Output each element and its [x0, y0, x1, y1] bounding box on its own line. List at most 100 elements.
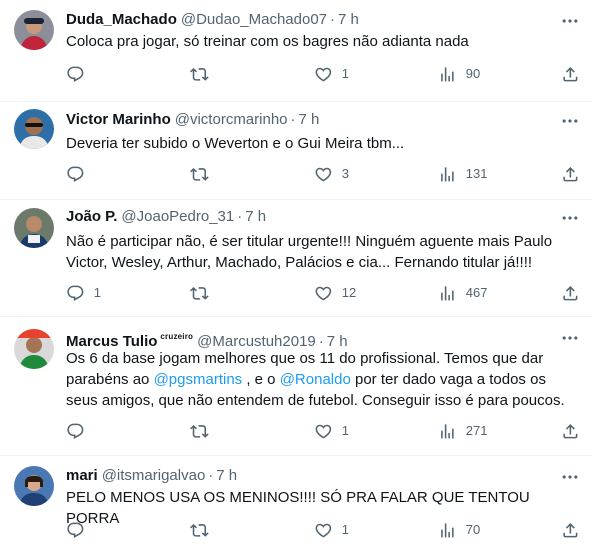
user-handle[interactable]: @victorcmarinho	[175, 111, 288, 128]
tweet[interactable]: mari @itsmarigalvao · 7 h PELO MENOS USA OS…	[0, 456, 592, 549]
timestamp[interactable]: 7 h	[338, 11, 359, 28]
separator-dot: ·	[330, 11, 336, 28]
avatar[interactable]	[14, 109, 54, 149]
reply-icon	[66, 521, 85, 540]
timestamp[interactable]: 7 h	[299, 111, 320, 128]
view-count: 467	[465, 285, 488, 300]
like-count: 1	[341, 66, 349, 81]
tweet-text: Os 6 da base jogam melhores que os 11 do…	[66, 348, 580, 411]
retweet-icon	[190, 65, 209, 84]
retweet-icon	[190, 422, 209, 441]
views-icon	[438, 65, 457, 84]
avatar[interactable]	[14, 208, 54, 248]
action-bar: 1 90	[66, 64, 586, 84]
more-icon[interactable]	[560, 208, 580, 228]
user-handle[interactable]: @Dudao_Machado07	[181, 11, 327, 28]
views-icon	[438, 521, 457, 540]
display-name[interactable]: Victor Marinho	[66, 111, 171, 128]
like-count: 1	[341, 522, 349, 537]
mention-link[interactable]: @pgsmartins	[154, 371, 243, 388]
timestamp[interactable]: 7 h	[216, 467, 237, 484]
share-icon	[561, 284, 580, 303]
views-button[interactable]: 467	[438, 283, 487, 303]
reply-button[interactable]	[66, 520, 94, 540]
like-button[interactable]: 12	[314, 283, 356, 303]
reply-icon	[66, 65, 85, 84]
views-button[interactable]: 131	[438, 164, 487, 184]
display-name[interactable]: João P.	[66, 208, 117, 225]
retweet-button[interactable]	[190, 520, 218, 540]
view-count: 131	[465, 166, 488, 181]
user-handle[interactable]: @JoaoPedro_31	[121, 208, 234, 225]
tweet-header: Marcus Tulio cruzeiro @Marcustuh2019 · 7 h	[66, 327, 348, 350]
like-count: 3	[341, 166, 349, 181]
avatar[interactable]	[14, 466, 54, 506]
retweet-button[interactable]	[190, 421, 218, 441]
share-button[interactable]	[561, 64, 580, 84]
avatar[interactable]	[14, 329, 54, 369]
tweet[interactable]: Victor Marinho @victorcmarinho · 7 h Deveri…	[0, 102, 592, 200]
tweet[interactable]: Duda_Machado @Dudao_Machado07 · 7 h Coloca …	[0, 0, 592, 102]
tweet-text: Coloca pra jogar, só treinar com os bagr…	[66, 33, 469, 50]
share-button[interactable]	[561, 283, 580, 303]
separator-dot: ·	[290, 111, 296, 128]
action-bar: 3 131	[66, 164, 586, 184]
display-name[interactable]: Duda_Machado	[66, 11, 177, 28]
like-button[interactable]: 1	[314, 421, 349, 441]
views-icon	[438, 284, 457, 303]
tweet-header: Victor Marinho @victorcmarinho · 7 h	[66, 110, 319, 130]
tweet-header: Duda_Machado @Dudao_Machado07 · 7 h	[66, 10, 359, 30]
tweet[interactable]: João P. @JoaoPedro_31 · 7 h Não é participa…	[0, 200, 592, 317]
action-bar: 1 271	[66, 421, 586, 441]
reply-count: 1	[93, 285, 101, 300]
team-badge: cruzeiro	[160, 332, 194, 341]
share-icon	[561, 65, 580, 84]
action-bar: 1 70	[66, 520, 586, 540]
reply-icon	[66, 284, 85, 303]
more-icon[interactable]	[560, 467, 580, 487]
tweet-header: João P. @JoaoPedro_31 · 7 h	[66, 207, 266, 227]
separator-dot: ·	[237, 208, 243, 225]
like-count: 1	[341, 423, 349, 438]
mention-link[interactable]: @Ronaldo	[280, 371, 351, 388]
heart-icon	[314, 284, 333, 303]
retweet-button[interactable]	[190, 64, 218, 84]
retweet-button[interactable]	[190, 283, 218, 303]
share-button[interactable]	[561, 421, 580, 441]
display-name[interactable]: mari	[66, 467, 98, 484]
heart-icon	[314, 422, 333, 441]
like-button[interactable]: 1	[314, 64, 349, 84]
reply-button[interactable]: 1	[66, 283, 101, 303]
user-handle[interactable]: @itsmarigalvao	[102, 467, 206, 484]
like-button[interactable]: 1	[314, 520, 349, 540]
tweet[interactable]: Marcus Tulio cruzeiro @Marcustuh2019 · 7 h O…	[0, 317, 592, 456]
share-button[interactable]	[561, 520, 580, 540]
reply-button[interactable]	[66, 64, 94, 84]
more-icon[interactable]	[560, 111, 580, 131]
tweet-header: mari @itsmarigalvao · 7 h	[66, 466, 237, 486]
views-button[interactable]: 271	[438, 421, 487, 441]
retweet-icon	[190, 521, 209, 540]
heart-icon	[314, 165, 333, 184]
views-button[interactable]: 70	[438, 520, 480, 540]
reply-button[interactable]	[66, 421, 94, 441]
like-button[interactable]: 3	[314, 164, 349, 184]
views-button[interactable]: 90	[438, 64, 480, 84]
reply-button[interactable]	[66, 164, 94, 184]
separator-dot: ·	[208, 467, 214, 484]
reply-icon	[66, 165, 85, 184]
share-button[interactable]	[561, 164, 580, 184]
share-icon	[561, 521, 580, 540]
view-count: 70	[465, 522, 481, 537]
views-icon	[438, 422, 457, 441]
avatar[interactable]	[14, 10, 54, 50]
action-bar: 1 12 467	[66, 283, 586, 303]
timestamp[interactable]: 7 h	[245, 208, 266, 225]
share-icon	[561, 165, 580, 184]
more-icon[interactable]	[560, 328, 580, 348]
share-icon	[561, 422, 580, 441]
retweet-button[interactable]	[190, 164, 218, 184]
more-icon[interactable]	[560, 11, 580, 31]
reply-icon	[66, 422, 85, 441]
tweet-text: Não é participar não, é ser titular urge…	[66, 233, 553, 271]
